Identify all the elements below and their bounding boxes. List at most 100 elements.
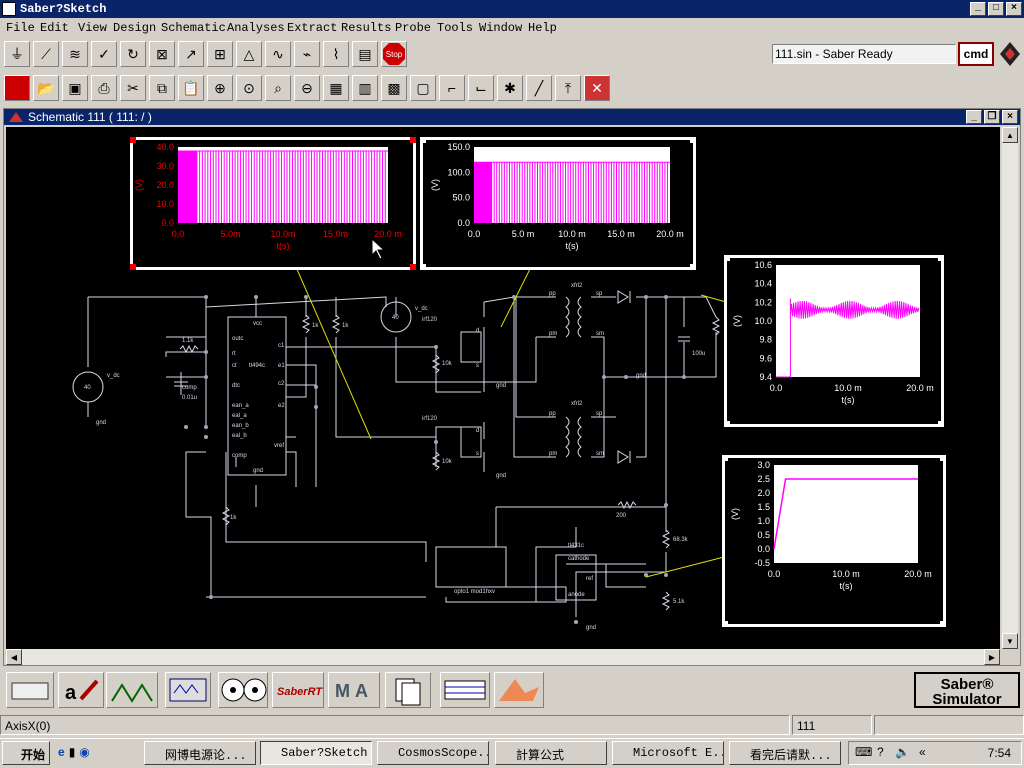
menu-design[interactable]: Design (113, 21, 156, 35)
scroll-left-icon[interactable]: ◀ (6, 649, 22, 665)
ie-icon[interactable]: e (58, 745, 65, 759)
menu-tools[interactable]: Tools (437, 21, 473, 35)
resize-handle[interactable] (410, 264, 416, 270)
menu-file[interactable]: File (6, 21, 35, 35)
probe-pen-icon[interactable]: ╱ (526, 75, 552, 101)
plot-window-3[interactable]: 10.6 10.4 10.2 10.0 9.8 9.6 9.40.0 10.0 m 20.0 m… (724, 255, 944, 427)
cmd-button[interactable]: cmd (958, 42, 994, 66)
probe-icon[interactable]: ⌇ (323, 41, 349, 67)
wire-icon[interactable]: ⌐ (439, 75, 465, 101)
fourier-icon[interactable]: ∿ (265, 41, 291, 67)
task-cosmosscope[interactable]: CosmosScope... (377, 741, 489, 765)
transient-icon[interactable]: ↗ (178, 41, 204, 67)
app-icon[interactable] (2, 2, 16, 16)
maximize-button[interactable]: □ (988, 2, 1004, 16)
stress-icon[interactable]: △ (236, 41, 262, 67)
resize-handle[interactable] (130, 264, 136, 270)
resize-handle[interactable] (724, 421, 730, 427)
task-sabersketch[interactable]: Saber?Sketch (260, 741, 372, 765)
print-icon[interactable]: ⎙ (91, 75, 117, 101)
resize-handle[interactable] (722, 621, 728, 627)
ac-icon[interactable]: ⊠ (149, 41, 175, 67)
resize-handle[interactable] (420, 264, 426, 270)
schematic-drawing[interactable]: vcc outc rt ct dtc ean_a eal_a ean_b eal… (6, 127, 1000, 649)
resize-handle[interactable] (724, 255, 730, 261)
hierarchy-icon[interactable]: ⤒ (555, 75, 581, 101)
paste-icon[interactable]: 📋 (178, 75, 204, 101)
resize-handle[interactable] (410, 137, 416, 143)
grid-icon[interactable]: ▩ (381, 75, 407, 101)
menu-schematic[interactable]: Schematic (161, 21, 226, 35)
stop-icon[interactable]: Stop (381, 41, 407, 67)
noise-icon[interactable]: ⌁ (294, 41, 320, 67)
resize-handle[interactable] (130, 137, 136, 143)
resize-handle[interactable] (722, 455, 728, 461)
zoom-out-icon[interactable]: ⊖ (294, 75, 320, 101)
save-icon[interactable]: ▣ (62, 75, 88, 101)
open-folder-icon[interactable]: 📂 (33, 75, 59, 101)
dc-icon[interactable]: ↻ (120, 41, 146, 67)
color-bars-icon[interactable]: ▥ (352, 75, 378, 101)
task-forum[interactable]: 网博电源论... (144, 741, 256, 765)
scope-icon[interactable] (165, 672, 211, 708)
close-button[interactable]: × (1006, 2, 1022, 16)
copy-icon[interactable]: ⧉ (149, 75, 175, 101)
resize-handle[interactable] (690, 264, 696, 270)
ground-icon[interactable]: ⏚ (4, 41, 30, 67)
scroll-down-icon[interactable]: ▼ (1002, 633, 1018, 649)
resize-handle[interactable] (940, 621, 946, 627)
cut-icon[interactable]: ✂ (120, 75, 146, 101)
table-icon[interactable] (440, 672, 490, 708)
bus-icon[interactable]: ⌙ (468, 75, 494, 101)
network-icon[interactable]: « (919, 745, 926, 759)
horizontal-scrollbar[interactable]: ◀ ▶ (6, 649, 1000, 665)
minimize-button[interactable]: _ (970, 2, 986, 16)
plot-window-2[interactable]: 150.0 100.0 50.0 0.00.0 5.0 m 10.0 m 15.0 m 20.… (420, 137, 696, 270)
menu-extract[interactable]: Extract (287, 21, 337, 35)
tool-red-icon[interactable]: ✕ (584, 75, 610, 101)
layers-icon[interactable]: ▦ (323, 75, 349, 101)
zoom-area-icon[interactable]: ⌕ (265, 75, 291, 101)
task-formula[interactable]: 計算公式 (495, 741, 607, 765)
monte-carlo-icon[interactable]: ⊞ (207, 41, 233, 67)
menu-probe[interactable]: Probe (395, 21, 431, 35)
sketch-pen-icon[interactable]: a (58, 672, 104, 708)
scroll-up-icon[interactable]: ▲ (1002, 127, 1018, 143)
keyboard-icon[interactable] (6, 672, 54, 708)
vertical-scrollbar[interactable]: ▲ ▼ (1002, 127, 1018, 649)
check-icon[interactable]: ✓ (91, 41, 117, 67)
plot-icon[interactable]: ⟋ (33, 41, 59, 67)
scroll-right-icon[interactable]: ▶ (984, 649, 1000, 665)
sweep-icon[interactable]: ≋ (62, 41, 88, 67)
new-icon[interactable] (4, 75, 30, 101)
outlook-icon[interactable]: ◉ (79, 745, 89, 759)
ime-icon[interactable]: ⌨ (855, 745, 872, 759)
menu-help[interactable]: Help (528, 21, 557, 35)
sch-restore-button[interactable]: ❐ (984, 110, 1000, 124)
optocoupler[interactable] (435, 546, 507, 588)
menu-results[interactable]: Results (341, 21, 391, 35)
menu-window[interactable]: Window (479, 21, 522, 35)
task-excel[interactable]: Microsoft E... (612, 741, 724, 765)
volume-icon[interactable]: 🔈 (895, 745, 910, 759)
resize-handle[interactable] (940, 455, 946, 461)
saber-simulator-button[interactable]: Saber® Simulator (914, 672, 1020, 708)
matlab-icon[interactable] (494, 672, 544, 708)
menu-edit[interactable]: Edit (40, 21, 69, 35)
documents-icon[interactable] (385, 672, 431, 708)
resize-handle[interactable] (690, 137, 696, 143)
help-icon[interactable]: ? (877, 745, 884, 759)
waveform-icon[interactable]: ▤ (352, 41, 378, 67)
menu-view[interactable]: View (78, 21, 107, 35)
zoom-in-icon[interactable]: ⊕ (207, 75, 233, 101)
sch-minimize-button[interactable]: _ (966, 110, 982, 124)
frame-icon[interactable]: ▢ (410, 75, 436, 101)
resize-handle[interactable] (938, 255, 944, 261)
resize-handle[interactable] (420, 137, 426, 143)
model-architect-icon[interactable]: MA (328, 672, 380, 708)
task-other[interactable]: 看完后请默... (729, 741, 841, 765)
resize-handle[interactable] (938, 421, 944, 427)
symbol-icon[interactable]: ✱ (497, 75, 523, 101)
zoom-fit-icon[interactable]: ⊙ (236, 75, 262, 101)
sch-close-button[interactable]: × (1002, 110, 1018, 124)
